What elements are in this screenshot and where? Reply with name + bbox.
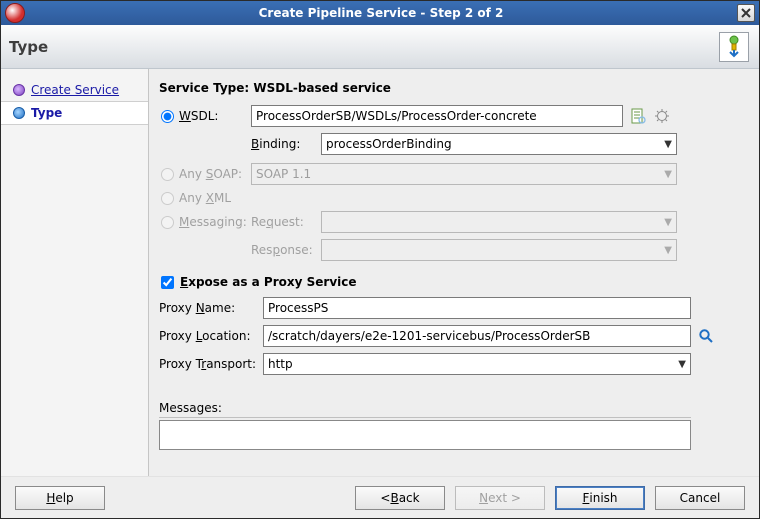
step-dot-icon <box>13 107 25 119</box>
proxy-location-field[interactable] <box>263 325 691 347</box>
wsdl-path-field[interactable] <box>251 105 623 127</box>
window-close-button[interactable] <box>737 4 755 22</box>
radio-any-soap: Any SOAP: <box>159 167 251 181</box>
proxy-transport-combo[interactable]: http ▼ <box>263 353 691 375</box>
proxy-transport-row: Proxy Transport: http ▼ <box>159 353 749 375</box>
messages-section: Messages: <box>159 401 749 450</box>
dialog-window: Create Pipeline Service - Step 2 of 2 Ty… <box>0 0 760 519</box>
wizard-content: Service Type: WSDL-based service WSDL: B <box>149 69 759 476</box>
soap-version-combo: SOAP 1.1 ▼ <box>251 163 677 185</box>
proxy-name-label: Proxy Name: <box>159 301 263 315</box>
expose-proxy-checkbox[interactable] <box>161 276 174 289</box>
chevron-down-icon: ▼ <box>664 139 672 150</box>
binding-label: Binding: <box>251 137 321 151</box>
wizard-footer: Help < Back Next > Finish Cancel <box>1 476 759 518</box>
expose-proxy-row: Expose as a Proxy Service <box>159 275 749 289</box>
radio-any-xml: Any XML <box>159 191 251 205</box>
next-button: Next > <box>455 486 545 510</box>
step-type: Type <box>1 101 148 125</box>
step-create-service[interactable]: Create Service <box>1 79 148 101</box>
any-soap-row: Any SOAP: SOAP 1.1 ▼ <box>159 163 749 185</box>
service-type-heading: Service Type: WSDL-based service <box>159 81 749 95</box>
step-label: Type <box>31 106 62 120</box>
app-icon <box>5 3 25 23</box>
wsdl-row: WSDL: <box>159 105 749 127</box>
step-label: Create Service <box>31 83 119 97</box>
cancel-button[interactable]: Cancel <box>655 486 745 510</box>
chevron-down-icon: ▼ <box>678 359 686 370</box>
response-combo: ▼ <box>321 239 677 261</box>
radio-wsdl[interactable]: WSDL: <box>159 109 251 123</box>
binding-value: processOrderBinding <box>326 137 452 151</box>
messages-label: Messages: <box>159 401 691 418</box>
radio-any-xml-input <box>161 192 174 205</box>
finish-button[interactable]: Finish <box>555 486 645 510</box>
help-button[interactable]: Help <box>15 486 105 510</box>
chevron-down-icon: ▼ <box>664 217 672 228</box>
close-icon <box>741 8 751 18</box>
request-combo: ▼ <box>321 211 677 233</box>
soap-version-value: SOAP 1.1 <box>256 167 311 181</box>
chevron-down-icon: ▼ <box>664 245 672 256</box>
page-title: Type <box>9 38 48 56</box>
messages-box <box>159 420 691 450</box>
wizard-header: Type <box>1 25 759 69</box>
back-button[interactable]: < Back <box>355 486 445 510</box>
messaging-row: Messaging: Request: ▼ <box>159 211 749 233</box>
wizard-body: Create Service Type Service Type: WSDL-b… <box>1 69 759 476</box>
radio-any-soap-input <box>161 168 174 181</box>
pipeline-icon <box>719 32 749 62</box>
browse-location-button[interactable] <box>697 327 715 345</box>
browse-wsdl-button[interactable] <box>629 107 647 125</box>
titlebar: Create Pipeline Service - Step 2 of 2 <box>1 1 759 25</box>
any-xml-row: Any XML <box>159 191 749 205</box>
proxy-transport-label: Proxy Transport: <box>159 357 263 371</box>
window-title: Create Pipeline Service - Step 2 of 2 <box>29 6 733 20</box>
radio-messaging-input <box>161 216 174 229</box>
proxy-location-label: Proxy Location: <box>159 329 263 343</box>
chevron-down-icon: ▼ <box>664 169 672 180</box>
search-icon <box>698 328 714 344</box>
request-label: Request: <box>251 215 321 229</box>
radio-messaging: Messaging: <box>159 215 251 229</box>
proxy-transport-value: http <box>268 357 293 371</box>
binding-combo[interactable]: processOrderBinding ▼ <box>321 133 677 155</box>
proxy-name-field[interactable] <box>263 297 691 319</box>
response-row: Response: ▼ <box>159 239 749 261</box>
proxy-name-row: Proxy Name: <box>159 297 749 319</box>
step-dot-icon <box>13 84 25 96</box>
expose-proxy-label[interactable]: Expose as a Proxy Service <box>180 275 357 289</box>
proxy-location-row: Proxy Location: <box>159 325 749 347</box>
configure-wsdl-button[interactable] <box>653 107 671 125</box>
response-label: Response: <box>251 243 321 257</box>
binding-row: Binding: processOrderBinding ▼ <box>159 133 749 155</box>
wizard-steps-sidebar: Create Service Type <box>1 69 149 476</box>
radio-wsdl-input[interactable] <box>161 110 174 123</box>
